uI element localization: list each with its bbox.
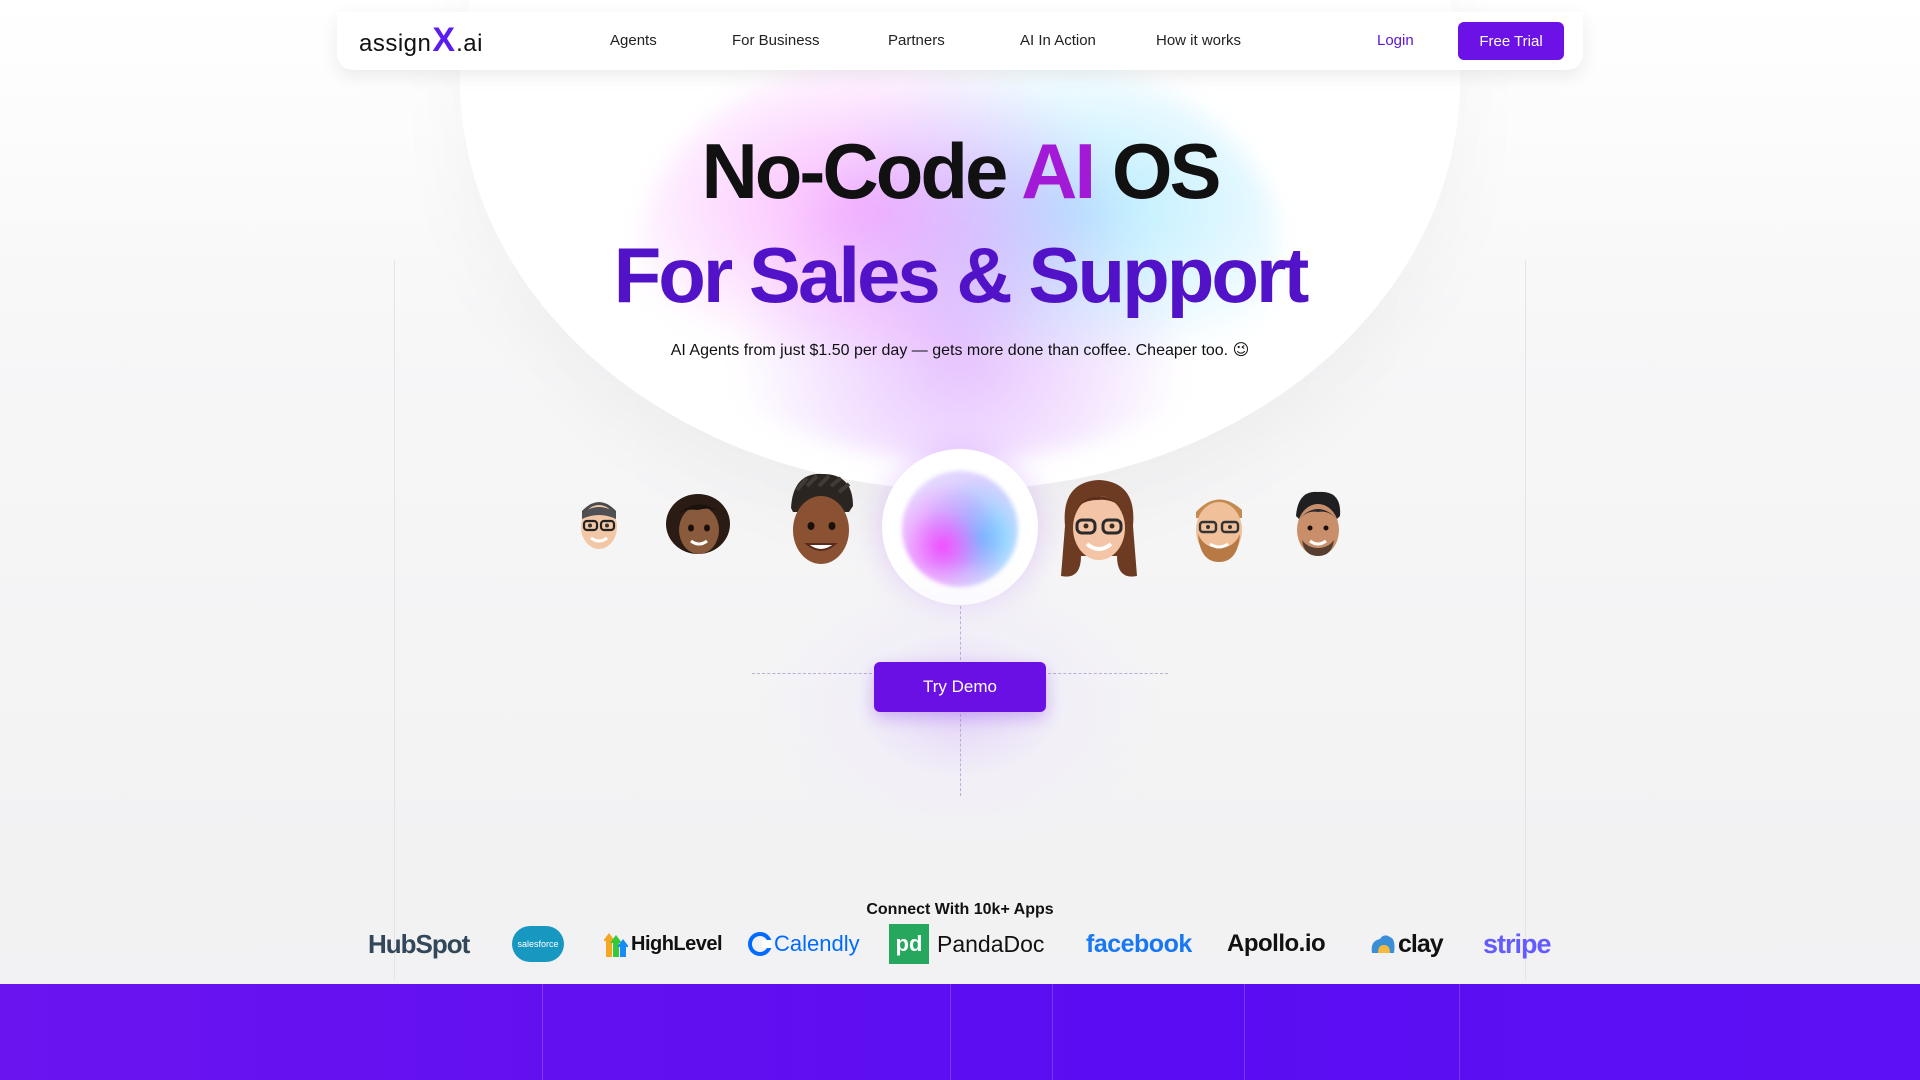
pandadoc-pd-icon: pd <box>889 924 929 964</box>
stripe-logo: stripe <box>1483 928 1552 959</box>
logo-x-mark: X <box>432 21 456 59</box>
nav-link-partners[interactable]: Partners <box>888 32 945 49</box>
apollo-logo: Apollo.io <box>1227 930 1326 957</box>
hero-subtitle: For Sales & Support <box>613 231 1310 319</box>
nav-link-for-business[interactable]: For Business <box>732 32 820 49</box>
integrations-heading: Connect With 10k+ Apps <box>866 901 1054 918</box>
hero-title: No-Code AI OS <box>0 126 1920 217</box>
logo-text-prefix: assign <box>359 30 432 57</box>
agent-avatar-6[interactable] <box>1290 490 1346 562</box>
free-trial-button[interactable]: Free Trial <box>1458 22 1564 60</box>
agent-avatar-5[interactable] <box>1186 490 1252 566</box>
memoji-curly-hair-woman-icon <box>666 494 730 554</box>
calendly-c-icon <box>748 932 772 956</box>
dashed-guide-bottom <box>960 714 961 796</box>
band-divider-3 <box>1052 984 1053 1080</box>
pandadoc-logo-text: PandaDoc <box>937 930 1045 957</box>
nav-link-ai-in-action[interactable]: AI In Action <box>1020 32 1096 49</box>
salesforce-logo: salesforce <box>512 924 564 964</box>
clay-logo-text: clay <box>1398 929 1444 958</box>
band-divider-4 <box>1244 984 1245 1080</box>
agent-avatar-2[interactable] <box>662 490 734 562</box>
memoji-locs-man-icon <box>791 473 853 564</box>
hero-tagline: AI Agents from just $1.50 per day — gets… <box>670 342 1250 359</box>
hero-title-part1: No-Code <box>701 127 1008 215</box>
logo-text-suffix: .ai <box>456 30 483 57</box>
purple-section-band <box>0 984 1920 1080</box>
top-navigation-bar: assign X .ai Agents For Business Partner… <box>337 12 1583 70</box>
hero-title-part2: OS <box>1111 127 1222 215</box>
band-divider-1 <box>542 984 543 1080</box>
highlevel-arrows-icon <box>604 933 628 957</box>
nav-link-how-it-works[interactable]: How it works <box>1156 32 1241 49</box>
try-demo-button[interactable]: Try Demo <box>874 662 1046 712</box>
pandadoc-logo: pd PandaDoc <box>889 924 1044 964</box>
band-divider-5 <box>1459 984 1460 1080</box>
assignx-logo[interactable]: assign X .ai <box>359 21 483 60</box>
login-link[interactable]: Login <box>1377 32 1414 49</box>
landing-page: assign X .ai Agents For Business Partner… <box>0 0 1920 1080</box>
salesforce-logo-text: salesforce <box>517 939 559 949</box>
highlevel-logo: HighLevel <box>604 924 723 964</box>
nav-link-agents[interactable]: Agents <box>610 32 657 49</box>
calendly-logo: Calendly <box>748 924 860 964</box>
memoji-bearded-man-icon <box>1196 499 1242 562</box>
memoji-glasses-man-icon <box>581 502 617 549</box>
dashed-guide-right <box>1048 673 1168 674</box>
right-guide-line <box>1525 260 1526 980</box>
memoji-glasses-woman-icon <box>1061 480 1137 577</box>
agent-avatar-1[interactable] <box>574 493 624 557</box>
agent-avatar-4[interactable] <box>1057 476 1141 582</box>
calendly-logo-text: Calendly <box>774 931 860 956</box>
highlevel-logo-text: HighLevel <box>631 932 723 955</box>
memoji-dark-hair-man-icon <box>1296 491 1341 556</box>
dashed-guide-top <box>960 606 961 660</box>
facebook-logo: facebook <box>1086 929 1192 958</box>
dashed-guide-left <box>752 673 872 674</box>
left-guide-line <box>394 260 395 980</box>
hero-title-ai: AI <box>1021 127 1096 215</box>
hubspot-logo: HubSpot <box>368 928 470 959</box>
clay-logo: clay <box>1370 924 1444 964</box>
clay-cloud-icon <box>1371 935 1395 953</box>
band-divider-2 <box>950 984 951 1080</box>
agent-avatar-3[interactable] <box>783 470 859 576</box>
